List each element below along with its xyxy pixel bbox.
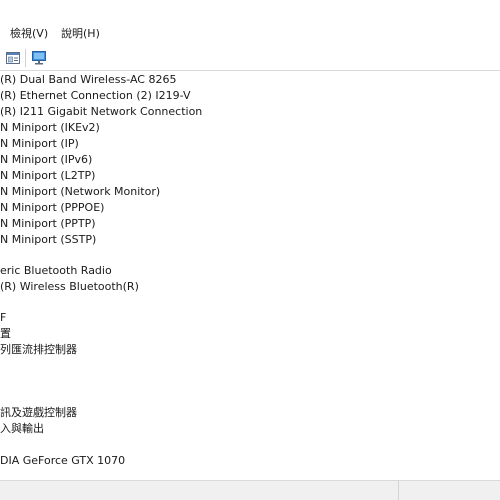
tree-item-i211-gigabit[interactable]: (R) I211 Gigabit Network Connection: [0, 104, 202, 120]
toolbar: [0, 46, 500, 71]
properties-icon[interactable]: [5, 50, 21, 66]
tree-category-usb-controllers[interactable]: 列匯流排控制器: [0, 342, 77, 358]
tree-item-ethernet-i219[interactable]: (R) Ethernet Connection (2) I219-V: [0, 88, 191, 104]
tree-item-miniport-l2tp[interactable]: N Miniport (L2TP): [0, 168, 95, 184]
device-manager-window: 檢視(V) 說明(H) (R) Dual Band Wireless-AC 82…: [0, 0, 500, 500]
tree-item-bluetooth-radio[interactable]: eric Bluetooth Radio: [0, 263, 112, 279]
tree-item-geforce-gtx-1070[interactable]: DIA GeForce GTX 1070: [0, 453, 125, 469]
status-bar: [0, 480, 500, 500]
tree-item-miniport-pptp[interactable]: N Miniport (PPTP): [0, 216, 96, 232]
menu-bar: 檢視(V) 說明(H): [0, 0, 500, 47]
status-bar-divider: [398, 481, 399, 500]
monitor-scan-icon[interactable]: [31, 50, 47, 66]
device-tree: (R) Dual Band Wireless-AC 8265 (R) Ether…: [0, 72, 500, 480]
tree-item-miniport-network-monitor[interactable]: N Miniport (Network Monitor): [0, 184, 160, 200]
menu-help[interactable]: 說明(H): [61, 27, 100, 41]
toolbar-separator: [25, 49, 26, 67]
tree-item-miniport-ipv6[interactable]: N Miniport (IPv6): [0, 152, 92, 168]
tree-item-miniport-sstp[interactable]: N Miniport (SSTP): [0, 232, 96, 248]
tree-category-sound-game-controllers[interactable]: 訊及遊戲控制器: [0, 405, 77, 421]
tree-item-miniport-ip[interactable]: N Miniport (IP): [0, 136, 79, 152]
tree-item-miniport-ikev2[interactable]: N Miniport (IKEv2): [0, 120, 100, 136]
tree-category-devices[interactable]: 置: [0, 326, 11, 342]
tree-item-miniport-pppoe[interactable]: N Miniport (PPPOE): [0, 200, 104, 216]
menu-view[interactable]: 檢視(V): [10, 27, 48, 41]
tree-item-wireless-ac-8265[interactable]: (R) Dual Band Wireless-AC 8265: [0, 72, 176, 88]
tree-item-wireless-bluetooth[interactable]: (R) Wireless Bluetooth(R): [0, 279, 139, 295]
tree-category-partial[interactable]: F: [0, 310, 6, 326]
tree-category-audio-io[interactable]: 入與輸出: [0, 421, 44, 437]
